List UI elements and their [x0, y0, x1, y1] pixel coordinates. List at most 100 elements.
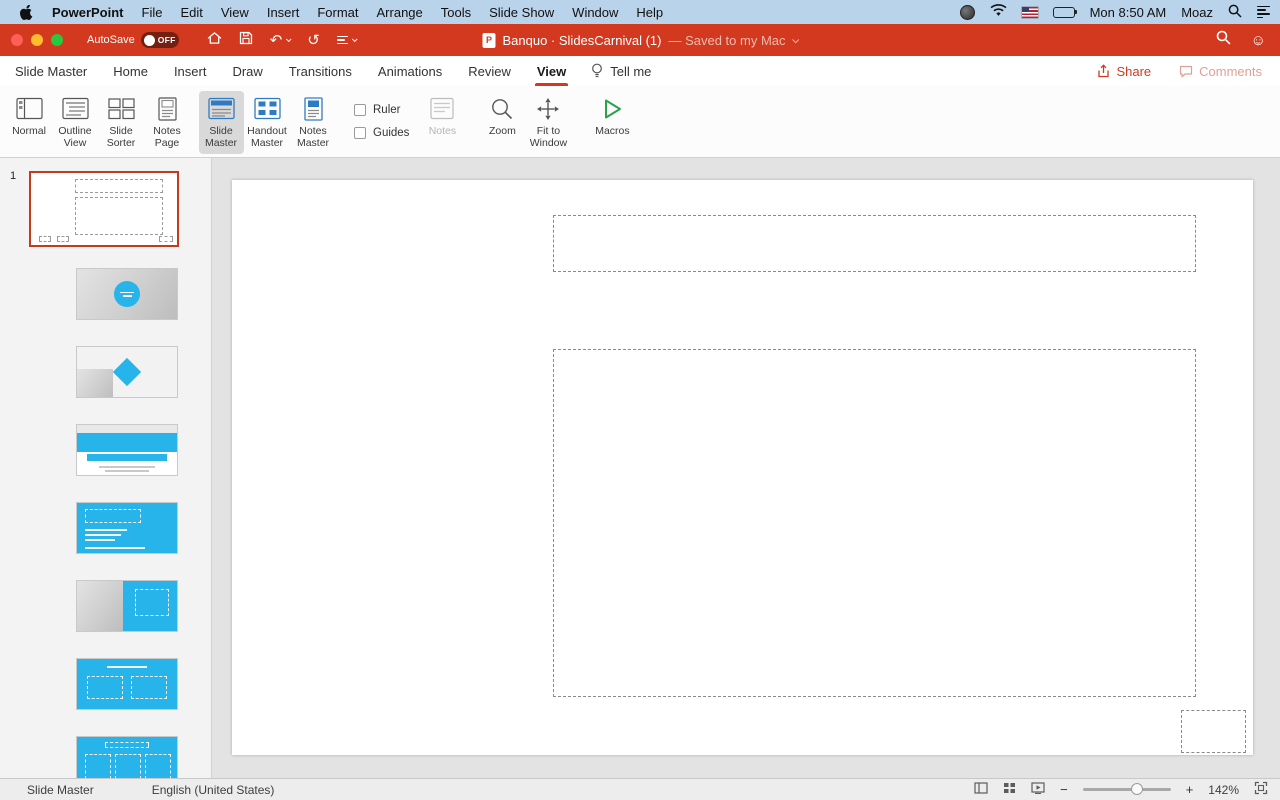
- zoom-percentage[interactable]: 142%: [1208, 783, 1239, 797]
- zoom-slider-knob[interactable]: [1131, 783, 1144, 795]
- tab-animations[interactable]: Animations: [378, 56, 442, 86]
- toolbar-lines-icon: [336, 35, 348, 45]
- menu-insert[interactable]: Insert: [258, 5, 309, 20]
- menu-format[interactable]: Format: [308, 5, 367, 20]
- collab-buttons: Share Comments: [1097, 64, 1262, 79]
- language-button[interactable]: English (United States): [152, 783, 275, 797]
- battery-icon[interactable]: [1052, 6, 1078, 18]
- ribbon-tab-row: Slide Master Home Insert Draw Transition…: [0, 56, 1280, 86]
- tab-slide-master[interactable]: Slide Master: [15, 56, 87, 86]
- search-icon[interactable]: [1216, 30, 1231, 50]
- autosave-label: AutoSave: [87, 34, 135, 46]
- outline-view-button[interactable]: Outline View: [53, 91, 98, 154]
- layout-thumbnail-title[interactable]: [76, 268, 178, 320]
- lightbulb-icon: [592, 63, 603, 78]
- menu-edit[interactable]: Edit: [171, 5, 211, 20]
- slide-sorter-button[interactable]: Slide Sorter: [99, 91, 144, 154]
- chevron-down-icon: [351, 36, 358, 43]
- menu-file[interactable]: File: [133, 5, 172, 20]
- menu-window[interactable]: Window: [563, 5, 627, 20]
- slide-sorter-toggle-icon[interactable]: [1003, 782, 1016, 797]
- notes-master-button[interactable]: Notes Master: [291, 91, 336, 154]
- macos-menu-bar: PowerPoint File Edit View Insert Format …: [0, 0, 1280, 24]
- slide-canvas-area: [212, 158, 1280, 778]
- autosave-toggle[interactable]: OFF: [140, 32, 179, 48]
- menu-arrange[interactable]: Arrange: [368, 5, 432, 20]
- title-menu-chevron-icon[interactable]: [792, 35, 800, 43]
- comments-button[interactable]: Comments: [1179, 64, 1262, 79]
- close-window-button[interactable]: [11, 34, 23, 46]
- fit-to-window-button[interactable]: Fit to Window: [526, 91, 571, 154]
- handout-master-button[interactable]: Handout Master: [245, 91, 290, 154]
- zoom-in-button[interactable]: +: [1186, 782, 1194, 797]
- powerpoint-window: PowerPoint File Edit View Insert Format …: [0, 0, 1280, 800]
- fit-slide-to-window-icon[interactable]: [1254, 781, 1268, 798]
- button-label: Zoom: [489, 125, 516, 137]
- button-label: Notes: [428, 125, 457, 137]
- body-text-placeholder[interactable]: [553, 349, 1196, 697]
- share-icon: [1098, 64, 1110, 78]
- tab-home[interactable]: Home: [113, 56, 148, 86]
- input-language-flag-icon[interactable]: [1021, 6, 1038, 18]
- outline-view-icon: [61, 94, 89, 123]
- zoom-button[interactable]: Zoom: [480, 91, 525, 141]
- minimize-window-button[interactable]: [31, 34, 43, 46]
- customize-toolbar-button[interactable]: [336, 35, 358, 45]
- notes-page-button[interactable]: Notes Page: [145, 91, 190, 154]
- tab-insert[interactable]: Insert: [174, 56, 207, 86]
- menu-user[interactable]: Moaz: [1181, 5, 1213, 20]
- tab-transitions[interactable]: Transitions: [289, 56, 352, 86]
- document-icon: P: [482, 32, 496, 48]
- normal-view-toggle-icon[interactable]: [974, 782, 988, 797]
- slide-master-editing-surface[interactable]: [232, 180, 1253, 755]
- zoom-out-button[interactable]: −: [1060, 782, 1068, 797]
- macros-button[interactable]: Macros: [590, 91, 635, 141]
- normal-view-button[interactable]: Normal: [7, 91, 52, 141]
- layout-thumbnail-diamond[interactable]: [76, 346, 178, 398]
- tell-me-button[interactable]: Tell me: [591, 63, 651, 79]
- spotlight-search-icon[interactable]: [1228, 4, 1242, 21]
- layout-thumbnail-three-content[interactable]: [76, 736, 178, 778]
- undo-icon: ↶: [269, 31, 283, 49]
- master-slide-thumbnail-selected[interactable]: [29, 171, 179, 247]
- cyan-circle-shape: [114, 281, 140, 307]
- slide-number-placeholder[interactable]: [1181, 710, 1246, 753]
- tab-view[interactable]: View: [534, 56, 569, 86]
- wifi-icon[interactable]: [990, 4, 1007, 20]
- fit-to-window-icon: [535, 94, 561, 123]
- zoom-window-button[interactable]: [51, 34, 63, 46]
- slide-master-button[interactable]: Slide Master: [198, 91, 244, 154]
- menu-clock[interactable]: Mon 8:50 AM: [1090, 5, 1167, 20]
- notification-center-icon[interactable]: [1257, 5, 1270, 19]
- button-label: Normal: [12, 125, 46, 137]
- slideshow-toggle-icon[interactable]: [1031, 782, 1045, 797]
- menu-view[interactable]: View: [212, 5, 258, 20]
- document-title: Banquo · SlidesCarnival (1): [502, 32, 662, 48]
- app-status-icon[interactable]: [959, 4, 975, 20]
- home-icon[interactable]: [207, 31, 222, 49]
- layout-thumbnail-full-cyan[interactable]: [76, 502, 178, 554]
- menu-slide-show[interactable]: Slide Show: [480, 5, 563, 20]
- ruler-checkbox[interactable]: Ruler: [354, 104, 409, 116]
- button-label: Slide Sorter: [106, 125, 136, 150]
- title-placeholder[interactable]: [553, 215, 1196, 272]
- redo-icon[interactable]: ↺: [307, 33, 320, 48]
- tab-draw[interactable]: Draw: [232, 56, 262, 86]
- share-button[interactable]: Share: [1097, 64, 1151, 79]
- menu-help[interactable]: Help: [627, 5, 672, 20]
- apple-menu-icon[interactable]: [10, 4, 43, 20]
- layout-thumbnail-photo-left[interactable]: [76, 580, 178, 632]
- feedback-smiley-icon[interactable]: ☺: [1251, 33, 1266, 48]
- layout-thumbnail-banner[interactable]: [76, 424, 178, 476]
- status-bar: Slide Master English (United States) − +…: [0, 778, 1280, 800]
- normal-view-icon: [15, 94, 43, 123]
- save-icon[interactable]: [239, 31, 253, 49]
- tab-review[interactable]: Review: [468, 56, 511, 86]
- zoom-slider[interactable]: [1082, 783, 1171, 795]
- menu-app-name[interactable]: PowerPoint: [43, 5, 133, 20]
- guides-checkbox[interactable]: Guides: [354, 127, 409, 139]
- undo-button[interactable]: ↶: [269, 31, 292, 49]
- layout-thumbnail-two-content[interactable]: [76, 658, 178, 710]
- menu-tools[interactable]: Tools: [432, 5, 480, 20]
- button-label: Slide Master: [204, 125, 238, 150]
